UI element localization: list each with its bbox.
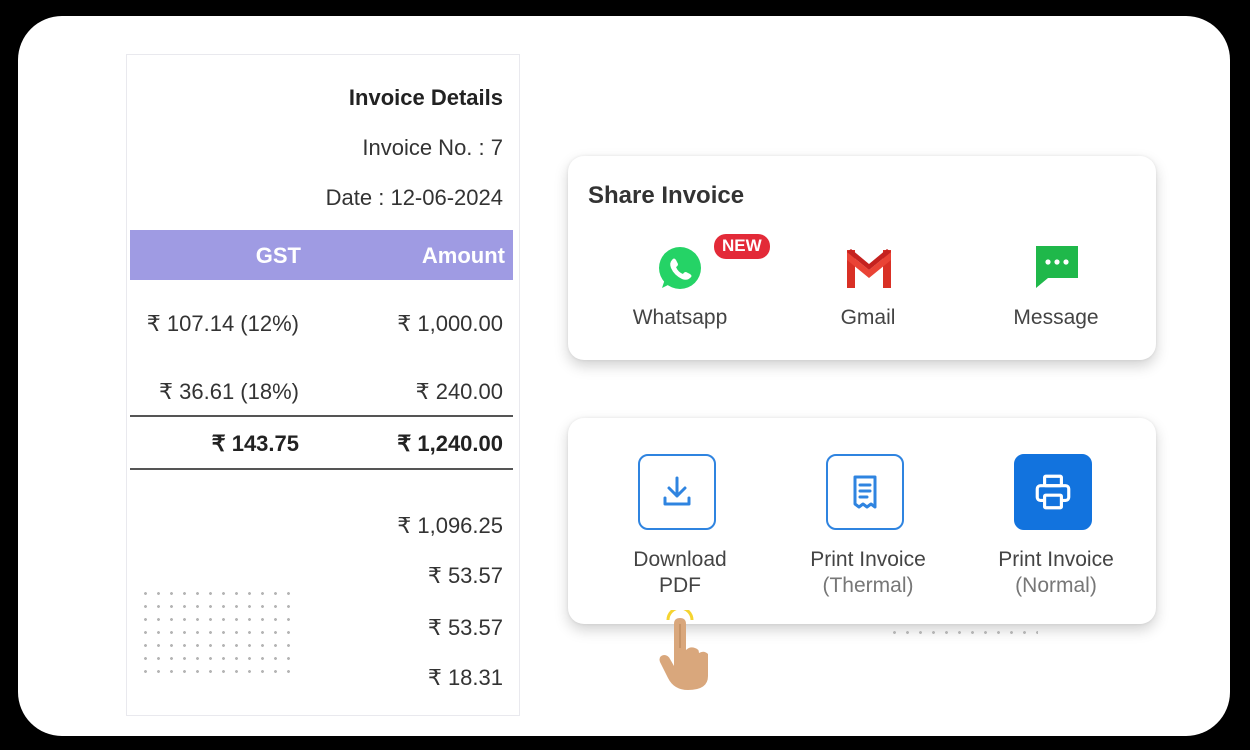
download-icon-box (638, 454, 716, 530)
summary-value: ₹ 18.31 (427, 665, 503, 690)
invoice-date: Date : 12-06-2024 (325, 185, 503, 210)
printer-icon (1035, 474, 1071, 510)
invoice-number: Invoice No. : 7 (362, 135, 503, 160)
print-thermal-button[interactable]: Print Invoice (Thermal) (788, 452, 948, 612)
divider (130, 415, 513, 417)
print-thermal-sublabel: (Thermal) (822, 574, 914, 597)
gst-cell: ₹ 107.14 (12%) (146, 311, 299, 336)
download-pdf-button[interactable]: Download PDF (600, 452, 760, 612)
gst-column-header: GST (255, 243, 301, 268)
receipt-icon (853, 475, 877, 509)
gst-cell: ₹ 36.61 (18%) (159, 379, 299, 404)
print-normal-button[interactable]: Print Invoice (Normal) (976, 452, 1136, 612)
print-thermal-label: Print Invoice (810, 548, 926, 571)
message-label: Message (1013, 306, 1099, 329)
summary-value: ₹ 53.57 (427, 563, 503, 588)
print-normal-sublabel: (Normal) (1015, 574, 1097, 597)
gmail-label: Gmail (840, 306, 896, 329)
print-normal-label: Print Invoice (998, 548, 1114, 571)
amount-column-header: Amount (421, 243, 505, 268)
whatsapp-icon (659, 247, 701, 289)
new-badge: NEW (714, 234, 770, 259)
invoice-actions-card: Download PDF Print Invoice (Thermal) Pri… (568, 418, 1156, 624)
share-title: Share Invoice (588, 182, 745, 209)
gmail-icon (847, 249, 891, 288)
invoice-panel: Invoice Details Invoice No. : 7 Date : 1… (126, 54, 520, 716)
printer-icon-box (1014, 454, 1092, 530)
gst-total: ₹ 143.75 (211, 431, 299, 456)
dot-pattern-decoration (139, 587, 295, 675)
invoice-title: Invoice Details (348, 85, 503, 110)
app-frame: Invoice Details Invoice No. : 7 Date : 1… (18, 16, 1230, 736)
summary-value: ₹ 53.57 (427, 615, 503, 640)
message-icon (1036, 246, 1078, 288)
share-invoice-card: Share Invoice NEW Whatsapp Gmail Message (568, 156, 1156, 360)
download-icon (663, 476, 691, 506)
download-sublabel: PDF (659, 574, 701, 597)
whatsapp-label: Whatsapp (632, 306, 728, 329)
dot-pattern-decoration (888, 626, 1038, 636)
summary-value: ₹ 1,096.25 (397, 513, 503, 538)
invoice-table-header: GST Amount (130, 230, 513, 280)
amount-total: ₹ 1,240.00 (397, 431, 503, 456)
share-message-button[interactable]: Message (976, 236, 1136, 336)
share-whatsapp-button[interactable]: NEW Whatsapp (600, 234, 770, 336)
receipt-icon-box (826, 454, 904, 530)
amount-cell: ₹ 1,000.00 (397, 311, 503, 336)
divider (130, 468, 513, 470)
share-gmail-button[interactable]: Gmail (788, 236, 948, 336)
download-label: Download (633, 548, 727, 571)
amount-cell: ₹ 240.00 (415, 379, 503, 404)
hand-pointer-icon (659, 610, 708, 690)
